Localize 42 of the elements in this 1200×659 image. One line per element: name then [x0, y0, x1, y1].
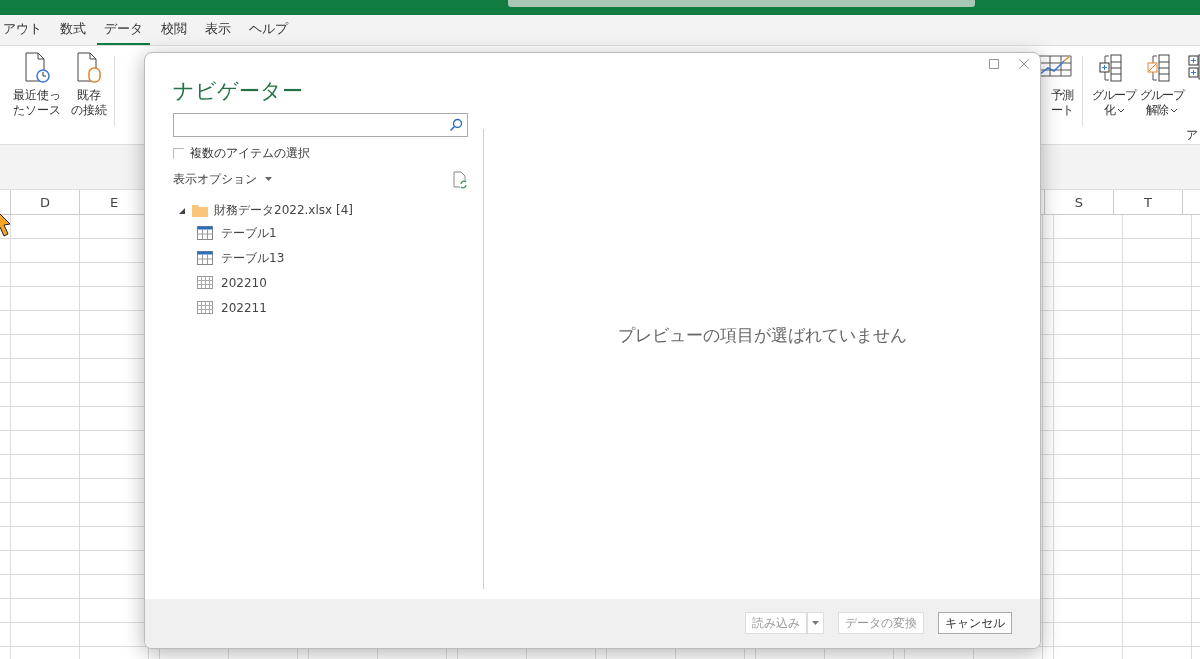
- maximize-icon[interactable]: [988, 58, 1000, 70]
- sheet-icon: [197, 276, 213, 291]
- search-field[interactable]: [508, 0, 975, 7]
- table-icon: [197, 251, 213, 266]
- document-database-icon: [75, 52, 103, 84]
- ribbon-button[interactable]: 最近使っ たソース: [10, 52, 64, 118]
- column-header[interactable]: T: [1114, 190, 1183, 214]
- tree-item[interactable]: テーブル13: [173, 245, 468, 271]
- ribbon-tab[interactable]: 校閲: [154, 15, 194, 45]
- display-options-dropdown[interactable]: 表示オプション: [173, 171, 272, 189]
- tree-item[interactable]: 財務データ2022.xlsx [4]: [173, 200, 468, 221]
- sheet-icon: [197, 301, 213, 316]
- ribbon-button[interactable]: 既存 の接続: [68, 52, 110, 118]
- column-header[interactable]: S: [1045, 190, 1114, 214]
- search-icon: [449, 117, 463, 132]
- checkbox-label[interactable]: 複数のアイテムの選択: [190, 144, 310, 162]
- caret-icon: [1116, 107, 1125, 114]
- column-header[interactable]: D: [11, 190, 80, 214]
- caret-icon: [1170, 107, 1178, 114]
- table-icon: [197, 226, 213, 241]
- dialog-title: ナビゲーター: [173, 78, 303, 105]
- caret-icon: [812, 620, 819, 626]
- document-clock-icon: [23, 52, 51, 84]
- search-field[interactable]: [173, 112, 468, 137]
- load-dropdown-button[interactable]: [807, 612, 824, 635]
- dialog-button[interactable]: キャンセル: [938, 612, 1012, 635]
- ribbon-tab[interactable]: 表示: [198, 15, 238, 45]
- tree-item[interactable]: テーブル1: [173, 220, 468, 246]
- ribbon-button[interactable]: グループ 解除: [1138, 52, 1186, 118]
- ribbon-button[interactable]: グループ 化: [1090, 52, 1138, 118]
- empty-preview-message: プレビューの項目が選ばれていません: [617, 324, 907, 348]
- folder-icon: [192, 204, 208, 218]
- tree-item[interactable]: 202211: [173, 295, 468, 321]
- ribbon-tab[interactable]: アウト: [0, 15, 49, 45]
- checkbox[interactable]: [173, 147, 184, 159]
- group-label: ア: [1186, 128, 1198, 143]
- caret-icon: [265, 177, 272, 183]
- ribbon-tab[interactable]: 数式: [53, 15, 93, 45]
- refresh-document-icon[interactable]: [452, 170, 468, 189]
- tree-item[interactable]: 202210: [173, 270, 468, 296]
- close-icon[interactable]: [1018, 58, 1030, 70]
- ribbon-tab[interactable]: ヘルプ: [242, 15, 295, 45]
